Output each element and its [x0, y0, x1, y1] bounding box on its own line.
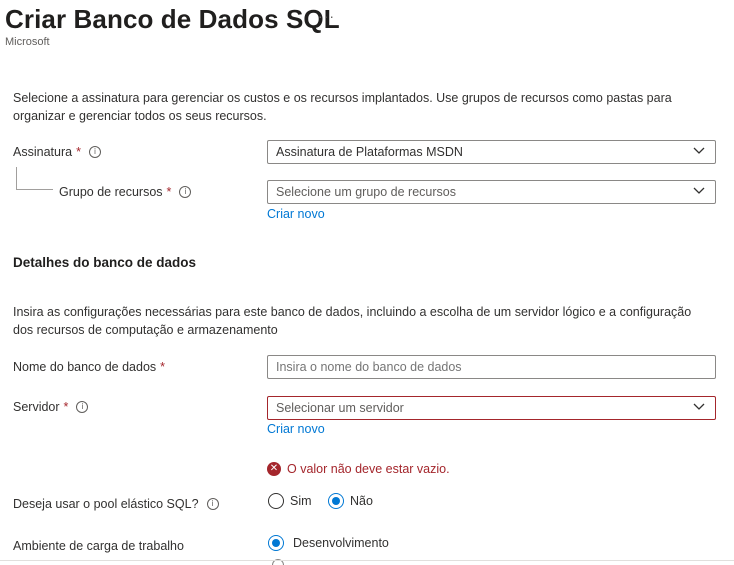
- radio-development[interactable]: [268, 534, 284, 551]
- radio-development-label[interactable]: Desenvolvimento: [293, 536, 389, 550]
- radio-yes[interactable]: [268, 492, 284, 509]
- subscription-value: Assinatura de Plataformas MSDN: [276, 145, 463, 159]
- server-select[interactable]: Selecionar um servidor: [267, 396, 716, 420]
- subscription-label-text: Assinatura: [13, 145, 73, 159]
- resource-group-placeholder: Selecione um grupo de recursos: [276, 185, 456, 199]
- page-title: Criar Banco de Dados SQL: [5, 4, 340, 34]
- db-name-label: Nome do banco de dados *: [13, 360, 165, 374]
- db-name-label-text: Nome do banco de dados: [13, 360, 157, 374]
- info-icon[interactable]: i: [206, 497, 219, 510]
- db-name-input[interactable]: [267, 355, 716, 379]
- error-icon: ✕: [267, 461, 281, 476]
- subscription-select[interactable]: Assinatura de Plataformas MSDN: [267, 140, 716, 164]
- tree-connector: [16, 167, 53, 190]
- radio-no-label[interactable]: Não: [350, 494, 373, 508]
- server-placeholder: Selecionar um servidor: [276, 401, 404, 415]
- section-title-database-details: Detalhes do banco de dados: [13, 255, 197, 270]
- divider: [0, 560, 734, 561]
- server-error-text: O valor não deve estar vazio.: [287, 461, 450, 476]
- chevron-down-icon: [693, 403, 705, 410]
- workload-radio-group: Desenvolvimento: [268, 534, 389, 552]
- chevron-down-icon: [693, 147, 705, 154]
- server-label: Servidor * i: [13, 400, 89, 414]
- project-description: Selecione a assinatura para gerenciar os…: [13, 91, 672, 123]
- publisher-label: Microsoft: [5, 36, 50, 48]
- details-description: Insira as configurações necessárias para…: [13, 305, 692, 337]
- required-mark: *: [166, 185, 172, 199]
- elastic-pool-radio-group: Sim Não: [268, 492, 373, 510]
- required-mark: *: [160, 360, 166, 374]
- create-new-server-link[interactable]: Criar novo: [267, 422, 325, 436]
- info-icon[interactable]: i: [88, 145, 101, 158]
- server-label-text: Servidor: [13, 400, 60, 414]
- info-icon[interactable]: i: [179, 185, 192, 198]
- create-new-resource-group-link[interactable]: Criar novo: [267, 207, 325, 221]
- resource-group-label: Grupo de recursos * i: [59, 185, 192, 199]
- chevron-down-icon: [693, 187, 705, 194]
- info-icon[interactable]: i: [76, 400, 89, 413]
- resource-group-select[interactable]: Selecione um grupo de recursos: [267, 180, 716, 204]
- more-options-button[interactable]: ···: [318, 8, 335, 24]
- subscription-label: Assinatura * i: [13, 145, 101, 159]
- resource-group-label-text: Grupo de recursos: [59, 185, 163, 199]
- radio-no[interactable]: [327, 492, 344, 509]
- required-mark: *: [76, 145, 81, 159]
- radio-yes-label[interactable]: Sim: [290, 494, 312, 508]
- server-error-message: ✕ O valor não deve estar vazio.: [267, 460, 450, 478]
- elastic-pool-label: Deseja usar o pool elástico SQL? i: [13, 497, 219, 511]
- elastic-pool-label-text: Deseja usar o pool elástico SQL?: [13, 497, 199, 511]
- workload-label: Ambiente de carga de trabalho: [13, 539, 184, 553]
- required-mark: *: [63, 400, 69, 414]
